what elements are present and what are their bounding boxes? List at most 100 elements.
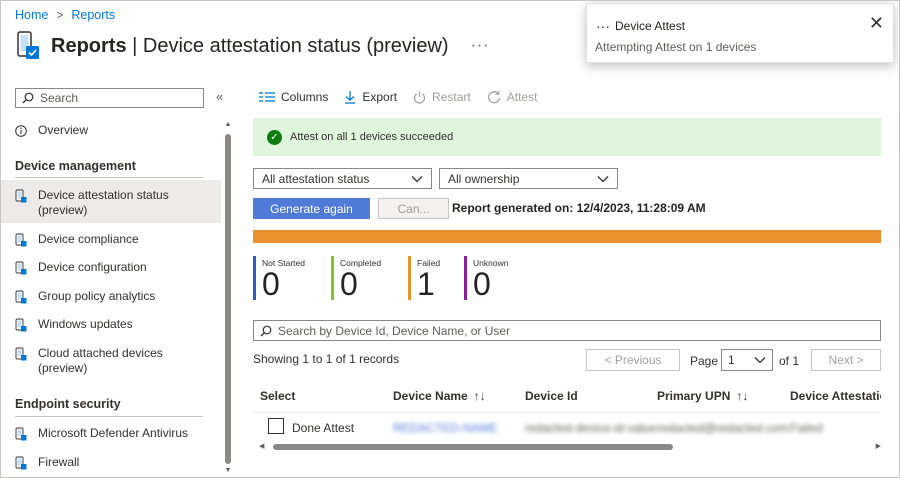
page-select-value: 1 (728, 353, 735, 367)
column-header-label: Select (260, 389, 296, 403)
column-header-device-attestation[interactable]: Device Attestation (790, 389, 881, 403)
dropdown-value: All ownership (448, 171, 520, 186)
device-report-icon (15, 31, 41, 61)
device-search-placeholder: Search by Device Id, Device Name, or Use… (278, 323, 511, 338)
breadcrumb-reports[interactable]: Reports (71, 8, 115, 22)
ownership-dropdown[interactable]: All ownership (439, 168, 618, 189)
close-icon[interactable]: ✕ (869, 14, 884, 32)
counter-value: 0 (262, 266, 280, 302)
attest-button[interactable]: Attest (487, 90, 538, 104)
scroll-left-icon[interactable]: ◀ (259, 442, 264, 450)
counter-value: 0 (473, 266, 491, 302)
counter-value: 0 (340, 266, 358, 302)
table-horizontal-scrollbar[interactable]: ◀ ▶ (259, 442, 881, 452)
sidebar-item-device-compliance[interactable]: Device compliance (1, 232, 221, 247)
breadcrumb: Home > Reports (15, 8, 115, 22)
success-banner: ✓ Attest on all 1 devices succeeded (253, 118, 881, 156)
search-icon (22, 92, 34, 104)
sort-icon[interactable]: ↑↓ (474, 389, 486, 403)
device-name-link[interactable]: REDACTED-NAME (393, 421, 498, 435)
restart-label: Restart (432, 90, 471, 104)
chevron-down-icon (754, 357, 766, 364)
sidebar-item-label: Overview (38, 123, 89, 137)
counter-failed[interactable]: Failed 1 (408, 256, 468, 300)
sidebar-search-input[interactable]: Search (15, 88, 204, 108)
columns-button[interactable]: Columns (259, 90, 328, 104)
restart-button[interactable]: Restart (413, 90, 471, 104)
power-icon (413, 91, 426, 104)
primary-upn-cell: redacted@redacted.com (657, 421, 789, 435)
toolbar: Columns Export Restart Attest (259, 90, 537, 104)
attestation-status-dropdown[interactable]: All attestation status (253, 168, 432, 189)
sidebar-item-device-configuration[interactable]: Device configuration (1, 260, 221, 275)
column-header-label: Device Name (393, 389, 468, 403)
counter-completed[interactable]: Completed 0 (331, 256, 391, 300)
row-select-label: Done Attest (292, 421, 355, 435)
toast-body: Attempting Attest on 1 devices (595, 40, 757, 54)
page-title: Reports | Device attestation status (pre… (51, 34, 449, 57)
sidebar-item-label: Microsoft Defender Antivirus (38, 426, 189, 440)
columns-label: Columns (281, 90, 329, 104)
device-report-icon (15, 233, 27, 247)
counter-not-started[interactable]: Not Started 0 (253, 256, 313, 300)
chevron-down-icon (411, 175, 423, 182)
device-report-icon (15, 290, 27, 304)
scroll-up-icon[interactable]: ▲ (224, 121, 232, 128)
section-device-management: Device management (15, 159, 136, 173)
dropdown-value: All attestation status (262, 171, 370, 186)
sort-icon[interactable]: ↑↓ (736, 389, 748, 403)
scroll-right-icon[interactable]: ▶ (876, 442, 881, 450)
toast-title: Device Attest (615, 19, 686, 33)
sidebar-item-label: Group policy analytics (38, 289, 156, 303)
next-page-button[interactable]: Next > (811, 349, 881, 371)
sidebar-item-group-policy-analytics[interactable]: Group policy analytics (1, 289, 221, 304)
device-report-icon (15, 261, 27, 275)
column-header-device-name[interactable]: Device Name ↑↓ (393, 389, 486, 403)
collapse-sidebar-icon[interactable]: « (216, 89, 223, 104)
export-button[interactable]: Export (344, 90, 397, 104)
chevron-right-icon: > (56, 8, 64, 22)
device-id-cell: redacted-device-id-value (525, 421, 657, 435)
sidebar-item-windows-updates[interactable]: Windows updates (1, 317, 221, 332)
column-header-primary-upn[interactable]: Primary UPN ↑↓ (657, 389, 748, 403)
cancel-button[interactable]: Can... (378, 198, 449, 219)
in-progress-icon: ··· (596, 18, 610, 34)
device-search-input[interactable]: Search by Device Id, Device Name, or Use… (253, 320, 881, 341)
sidebar-item-overview[interactable]: Overview (1, 123, 221, 138)
app-frame: Home > Reports Reports | Device attestat… (0, 0, 900, 478)
device-attestation-cell: Failed (790, 421, 823, 435)
device-report-icon (15, 456, 27, 470)
scrollbar-thumb[interactable] (225, 134, 231, 464)
more-options-icon[interactable]: ··· (471, 37, 490, 55)
chevron-down-icon (597, 175, 609, 182)
attest-label: Attest (506, 90, 538, 104)
column-header-select: Select (260, 389, 295, 403)
sidebar-item-label: Windows updates (38, 317, 133, 331)
device-report-icon (15, 189, 27, 203)
counter-unknown[interactable]: Unknown 0 (464, 256, 524, 300)
breadcrumb-home[interactable]: Home (15, 8, 48, 22)
sidebar-item-label: Cloud attached devices (preview) (38, 346, 163, 375)
row-select-checkbox[interactable] (268, 418, 284, 434)
generate-again-button[interactable]: Generate again (253, 198, 370, 219)
sidebar-item-cloud-attached-devices[interactable]: Cloud attached devices (preview) (1, 346, 221, 376)
column-header-label: Device Id (525, 389, 578, 403)
divider (15, 177, 203, 178)
page-select[interactable]: 1 (721, 349, 773, 371)
sidebar-item-device-attestation-status[interactable]: Device attestation status (preview) (1, 180, 221, 223)
section-endpoint-security: Endpoint security (15, 397, 121, 411)
banner-text: Attest on all 1 devices succeeded (290, 131, 454, 143)
sidebar-item-label: Firewall (38, 455, 80, 469)
toast-notification: ··· Device Attest Attempting Attest on 1… (586, 3, 894, 63)
scroll-down-icon[interactable]: ▼ (224, 467, 232, 474)
export-label: Export (362, 90, 398, 104)
sidebar-item-firewall[interactable]: Firewall (1, 455, 221, 470)
column-header-device-id[interactable]: Device Id (525, 389, 578, 403)
previous-page-button[interactable]: < Previous (586, 349, 680, 371)
sidebar-item-defender-antivirus[interactable]: Microsoft Defender Antivirus (1, 426, 221, 441)
column-header-label: Device Attestation (790, 389, 881, 403)
scrollbar-thumb[interactable] (273, 444, 673, 450)
refresh-icon (487, 90, 500, 104)
sidebar-scrollbar[interactable] (224, 134, 232, 464)
status-distribution-bar (253, 230, 881, 243)
